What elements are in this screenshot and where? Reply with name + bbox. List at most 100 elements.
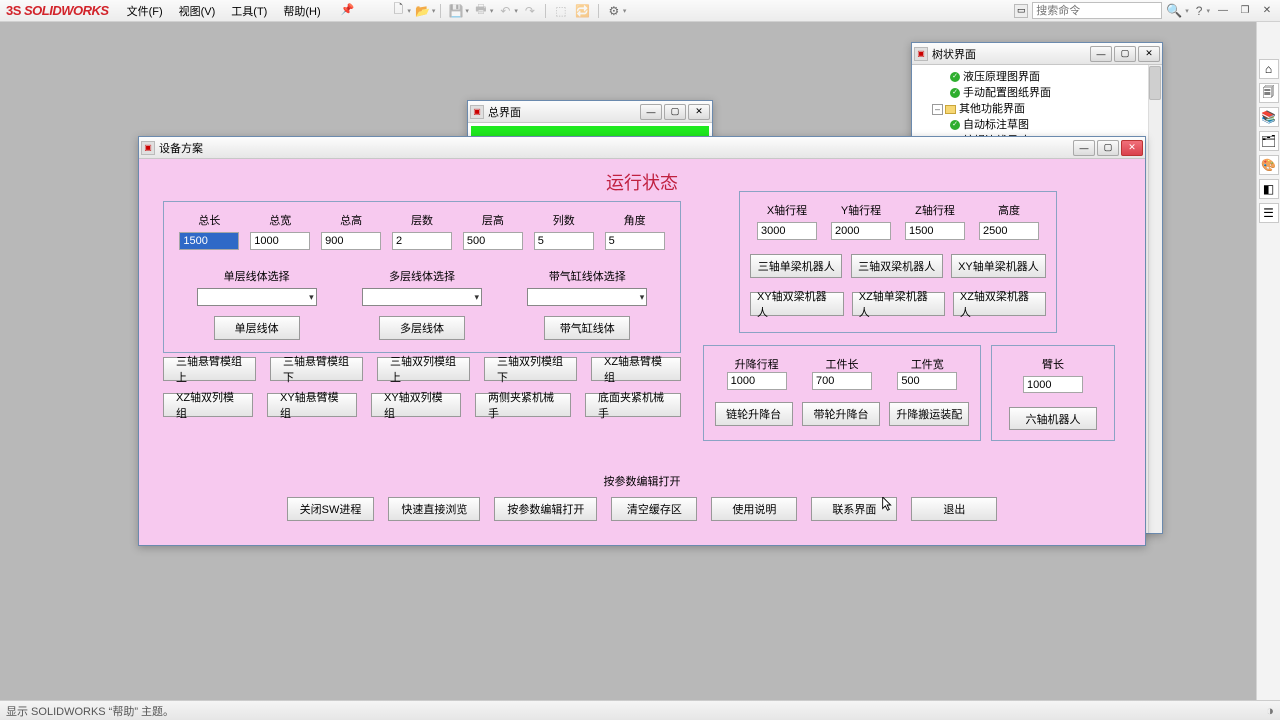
open-icon[interactable]: 📂 <box>413 2 433 20</box>
btn-multi-line[interactable]: 多层线体 <box>379 316 465 340</box>
btn-mod-7[interactable]: XY轴悬臂模组 <box>267 393 357 417</box>
btn-mod-8[interactable]: XY轴双列模组 <box>371 393 461 417</box>
zjm-close-button[interactable]: ✕ <box>688 104 710 120</box>
btn-lift-2[interactable]: 带轮升降台 <box>802 402 880 426</box>
tree-item[interactable]: ✓手动配置图纸界面 <box>914 85 1160 101</box>
select-icon[interactable]: ⬚ <box>551 2 571 20</box>
btn-rob-5[interactable]: XZ轴单梁机器人 <box>852 292 945 316</box>
btn-rob-6[interactable]: XZ轴双梁机器人 <box>953 292 1046 316</box>
zjm-titlebar[interactable]: ▣ 总界面 — ▢ ✕ <box>468 101 712 123</box>
custom-props-icon[interactable]: ☰ <box>1259 203 1279 223</box>
resource-icon[interactable]: 🗐 <box>1259 83 1279 103</box>
menu-view[interactable]: 视图(V) <box>171 0 224 22</box>
btn-close-sw[interactable]: 关闭SW进程 <box>287 497 375 521</box>
zjm-min-button[interactable]: — <box>640 104 662 120</box>
btn-single-line[interactable]: 单层线体 <box>214 316 300 340</box>
tree-item[interactable]: ✓液压原理图界面 <box>914 69 1160 85</box>
search-input[interactable] <box>1032 2 1162 19</box>
app-restore-icon[interactable]: ❐ <box>1236 3 1254 19</box>
tree-item[interactable]: –其他功能界面 <box>914 101 1160 117</box>
btn-contact[interactable]: 联系界面 <box>811 497 897 521</box>
btn-rob-2[interactable]: 三轴双梁机器人 <box>851 254 943 278</box>
menu-file[interactable]: 文件(F) <box>119 0 171 22</box>
input-h[interactable] <box>979 222 1039 240</box>
app-close-icon[interactable]: ✕ <box>1258 3 1276 19</box>
btn-rob-3[interactable]: XY轴单梁机器人 <box>951 254 1046 278</box>
btn-param-edit[interactable]: 按参数编辑打开 <box>494 497 597 521</box>
btn-lift-3[interactable]: 升降搬运装配 <box>889 402 969 426</box>
new-icon[interactable]: 🗋 <box>388 2 408 20</box>
input-angle[interactable] <box>605 232 665 250</box>
dlg-titlebar[interactable]: ▣ 设备方案 — ▢ ✕ <box>139 137 1145 159</box>
file-explorer-icon[interactable]: 🗂 <box>1259 131 1279 151</box>
combo-single[interactable] <box>197 288 317 306</box>
menu-help[interactable]: 帮助(H) <box>275 0 328 22</box>
scroll-thumb[interactable] <box>1149 66 1161 100</box>
input-cols[interactable] <box>534 232 594 250</box>
btn-clear-cache[interactable]: 清空缓存区 <box>611 497 697 521</box>
help-icon[interactable]: ? <box>1193 4 1206 18</box>
input-piecew[interactable] <box>897 372 957 390</box>
input-arm[interactable] <box>1023 376 1083 393</box>
collapse-icon[interactable]: – <box>932 104 943 115</box>
input-width[interactable] <box>250 232 310 250</box>
btn-mod-4[interactable]: 三轴双列模组下 <box>484 357 577 381</box>
tree-titlebar[interactable]: ▣ 树状界面 — ▢ ✕ <box>912 43 1162 65</box>
input-piecel[interactable] <box>812 372 872 390</box>
pin-icon[interactable]: 📌 <box>333 0 363 22</box>
check-icon: ✓ <box>950 120 960 130</box>
input-y[interactable] <box>831 222 891 240</box>
lbl-sel2: 多层线体选择 <box>389 268 455 284</box>
btn-mod-3[interactable]: 三轴双列模组上 <box>377 357 470 381</box>
btn-mod-6[interactable]: XZ轴双列模组 <box>163 393 253 417</box>
lbl-layerh: 层高 <box>482 212 504 228</box>
home-icon[interactable]: ⌂ <box>1259 59 1279 79</box>
btn-six-axis[interactable]: 六轴机器人 <box>1009 407 1097 430</box>
options-icon[interactable]: ⚙ <box>604 2 624 20</box>
btn-lift-1[interactable]: 链轮升降台 <box>715 402 793 426</box>
btn-rob-4[interactable]: XY轴双梁机器人 <box>750 292 844 316</box>
btn-cyl-line[interactable]: 带气缸线体 <box>544 316 630 340</box>
tree-max-button[interactable]: ▢ <box>1114 46 1136 62</box>
dlg-max-button[interactable]: ▢ <box>1097 140 1119 156</box>
tree-item[interactable]: ✓自动标注草图 <box>914 117 1160 133</box>
menu-tools[interactable]: 工具(T) <box>223 0 275 22</box>
btn-exit[interactable]: 退出 <box>911 497 997 521</box>
redo-icon[interactable]: ↷ <box>520 2 540 20</box>
combo-cyl[interactable] <box>527 288 647 306</box>
view-palette-icon[interactable]: 🎨 <box>1259 155 1279 175</box>
design-library-icon[interactable]: 📚 <box>1259 107 1279 127</box>
combo-multi[interactable] <box>362 288 482 306</box>
dimensions-group: 总长 总宽 总高 层数 层高 列数 角度 单层线体选择单层线体 多层线体选择多层… <box>163 201 681 353</box>
btn-mod-5[interactable]: XZ轴悬臂模组 <box>591 357 681 381</box>
input-lift[interactable] <box>727 372 787 390</box>
print-icon[interactable]: 🖶 <box>471 2 491 20</box>
search-icon[interactable]: 🔍 <box>1166 3 1184 19</box>
undo-icon[interactable]: ↶ <box>495 2 515 20</box>
input-x[interactable] <box>757 222 817 240</box>
rebuild-icon[interactable]: 🔁 <box>573 2 593 20</box>
input-layers[interactable] <box>392 232 452 250</box>
app-minimize-icon[interactable]: — <box>1214 3 1232 19</box>
input-z[interactable] <box>905 222 965 240</box>
btn-mod-2[interactable]: 三轴悬臂模组下 <box>270 357 363 381</box>
dlg-close-button[interactable]: ✕ <box>1121 140 1143 156</box>
btn-mod-1[interactable]: 三轴悬臂模组上 <box>163 357 256 381</box>
btn-mod-9[interactable]: 两侧夹紧机械手 <box>475 393 571 417</box>
btn-manual[interactable]: 使用说明 <box>711 497 797 521</box>
tree-scrollbar[interactable] <box>1148 65 1162 533</box>
save-icon[interactable]: 💾 <box>446 2 466 20</box>
input-height[interactable] <box>321 232 381 250</box>
btn-rob-1[interactable]: 三轴单梁机器人 <box>750 254 842 278</box>
tree-min-button[interactable]: — <box>1090 46 1112 62</box>
lbl-arm: 臂长 <box>1042 356 1064 372</box>
search-type-icon[interactable]: ▭ <box>1014 4 1028 18</box>
input-layerh[interactable] <box>463 232 523 250</box>
btn-quick-browse[interactable]: 快速直接浏览 <box>388 497 480 521</box>
tree-close-button[interactable]: ✕ <box>1138 46 1160 62</box>
zjm-max-button[interactable]: ▢ <box>664 104 686 120</box>
btn-mod-10[interactable]: 底面夹紧机械手 <box>585 393 681 417</box>
dlg-min-button[interactable]: — <box>1073 140 1095 156</box>
appearances-icon[interactable]: ◧ <box>1259 179 1279 199</box>
input-length[interactable] <box>179 232 239 250</box>
